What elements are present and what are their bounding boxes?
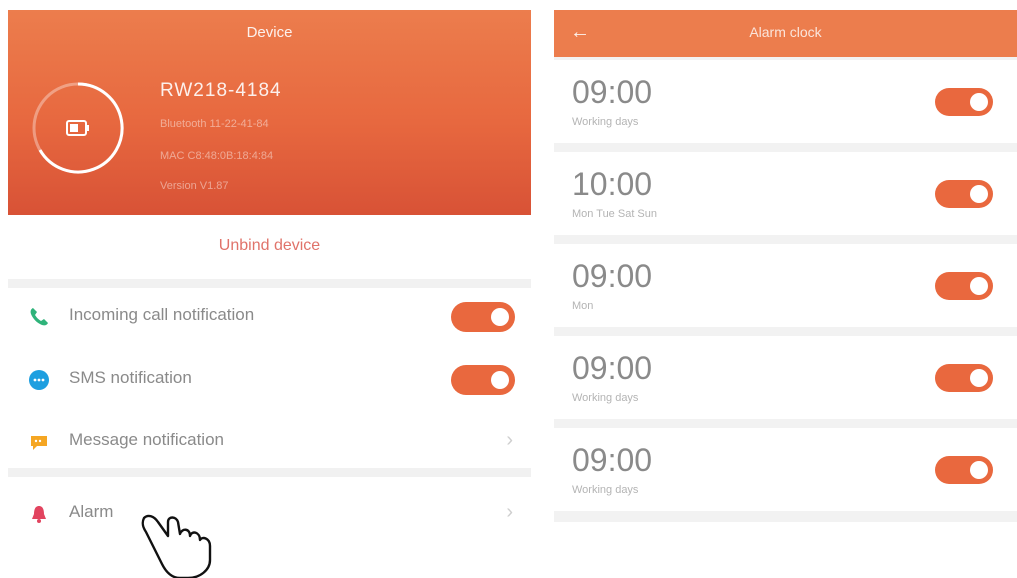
sms-icon <box>29 370 49 390</box>
page-title: Alarm clock <box>749 24 822 40</box>
alarm-item[interactable]: 09:00 Mon <box>554 244 1017 327</box>
unbind-device-button[interactable]: Unbind device <box>8 237 531 255</box>
settings-row-alarm[interactable]: Alarm › <box>8 485 531 540</box>
alarm-item[interactable]: 09:00 Working days <box>554 336 1017 419</box>
alarm-repeat: Mon <box>572 300 594 312</box>
settings-label: Alarm <box>69 502 114 521</box>
settings-row-message[interactable]: Message notification › <box>8 413 531 468</box>
device-name: RW218-4184 <box>160 80 282 101</box>
page-title: Device <box>246 24 293 41</box>
alarm-time: 09:00 <box>572 442 653 478</box>
settings-label: SMS notification <box>69 368 192 387</box>
alarm-item[interactable]: 10:00 Mon Tue Sat Sun <box>554 152 1017 235</box>
alarm-toggle[interactable] <box>935 272 993 300</box>
alarm-time: 10:00 <box>572 166 653 202</box>
settings-label: Message notification <box>69 430 224 449</box>
alarm-toggle[interactable] <box>935 180 993 208</box>
alarm-header: ← Alarm clock <box>554 10 1017 57</box>
device-version: Version V1.87 <box>160 180 229 192</box>
alarm-toggle[interactable] <box>935 456 993 484</box>
settings-row-incoming-call: Incoming call notification <box>8 288 531 343</box>
incoming-call-toggle[interactable] <box>451 302 515 332</box>
chevron-right-icon: › <box>506 501 513 523</box>
alarm-icon <box>32 506 46 523</box>
alarm-repeat: Working days <box>572 116 639 128</box>
alarm-repeat: Working days <box>572 392 639 404</box>
chevron-right-icon: › <box>506 429 513 451</box>
device-header: Device RW218-4184 Bluetooth 11-22-41-84 … <box>8 10 531 215</box>
alarm-item[interactable]: 09:00 Working days <box>554 60 1017 143</box>
alarm-time: 09:00 <box>572 350 653 386</box>
settings-label: Incoming call notification <box>69 305 255 324</box>
device-bluetooth: Bluetooth 11-22-41-84 <box>160 118 269 130</box>
device-mac: MAC C8:48:0B:18:4:84 <box>160 150 274 162</box>
unbind-row: Unbind device <box>8 215 531 279</box>
device-screen: Device RW218-4184 Bluetooth 11-22-41-84 … <box>8 10 531 578</box>
phone-icon <box>30 308 48 326</box>
alarm-time: 09:00 <box>572 258 653 294</box>
alarm-toggle[interactable] <box>935 88 993 116</box>
sms-toggle[interactable] <box>451 365 515 395</box>
battery-icon <box>66 120 89 136</box>
message-icon <box>31 436 47 450</box>
alarm-repeat: Working days <box>572 484 639 496</box>
alarm-item[interactable]: 09:00 Working days <box>554 428 1017 511</box>
alarm-repeat: Mon Tue Sat Sun <box>572 208 657 220</box>
alarm-toggle[interactable] <box>935 364 993 392</box>
alarm-screen: ← Alarm clock 09:00 Working days 10:00 M… <box>554 10 1017 522</box>
pointing-hand-icon <box>141 514 212 578</box>
alarm-time: 09:00 <box>572 74 653 110</box>
divider <box>8 468 531 477</box>
divider <box>8 279 531 288</box>
settings-row-sms: SMS notification <box>8 351 531 406</box>
